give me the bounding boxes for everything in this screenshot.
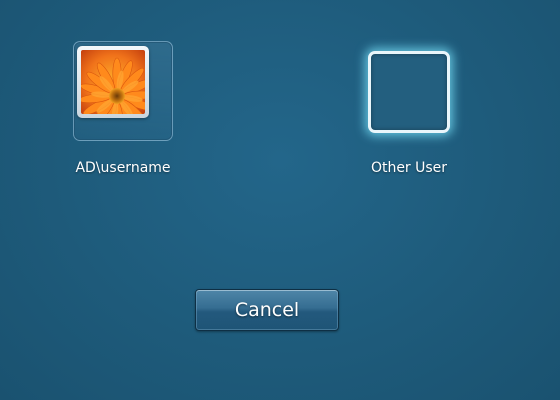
user-tile-label: AD\username <box>75 160 171 176</box>
user-tile-ad-username[interactable]: AD\username <box>64 36 182 188</box>
user-tile-other-user[interactable]: Other User <box>350 36 468 188</box>
cancel-button[interactable]: Cancel <box>195 289 339 331</box>
flower-user-picture-icon <box>81 50 145 114</box>
logon-screen: AD\username Other User Cancel <box>0 0 560 400</box>
blank-user-picture-icon <box>368 51 450 133</box>
user-tile-label: Other User <box>370 160 448 176</box>
user-picture-frame <box>77 46 149 118</box>
